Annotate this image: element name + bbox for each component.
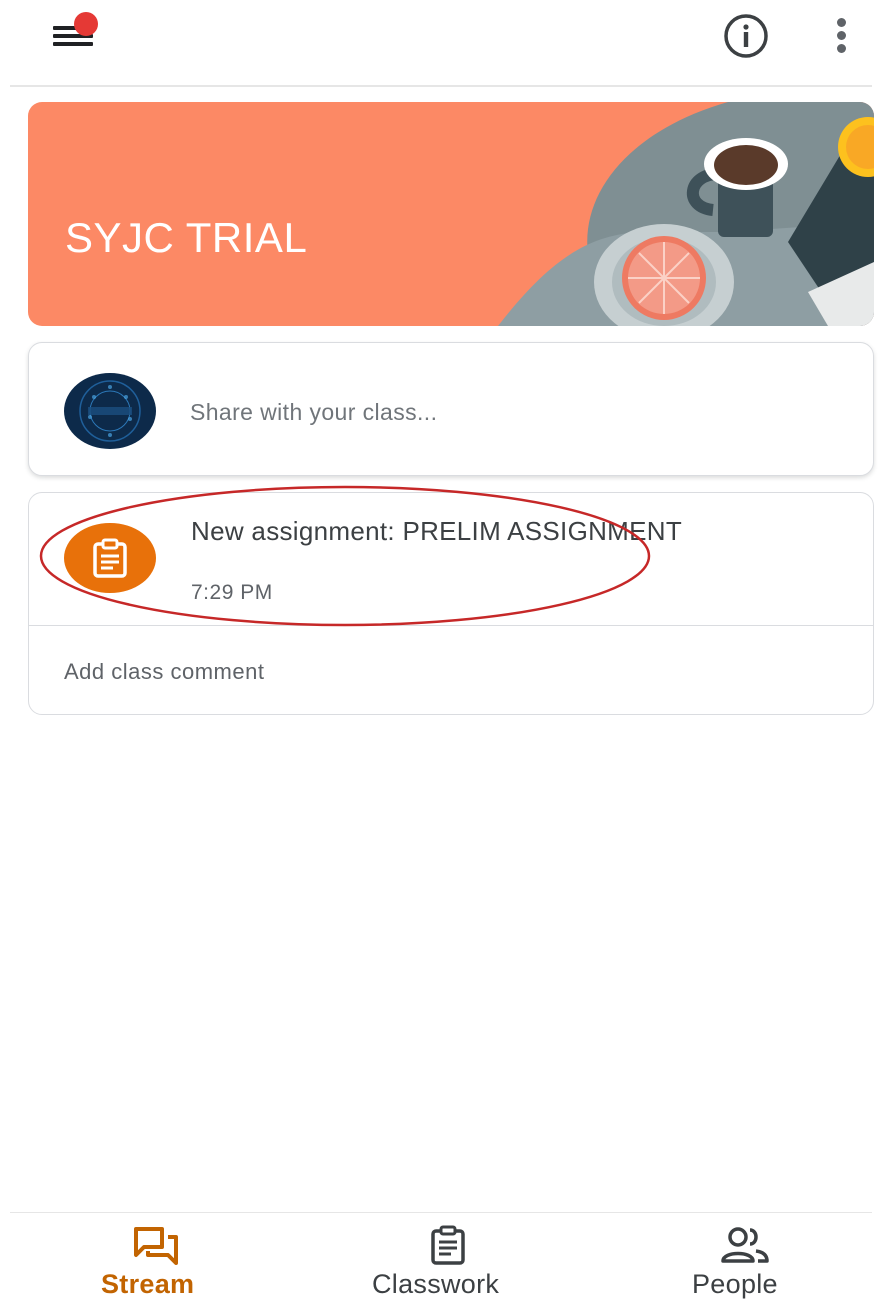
add-class-comment-label: Add class comment [64,659,265,684]
tab-classwork-label: Classwork [372,1269,500,1299]
bottom-navigation: Stream Classwork People [10,1212,872,1310]
class-banner[interactable]: SYJC TRIAL [28,102,874,326]
class-info-button[interactable] [722,12,770,60]
assignment-post[interactable]: New assignment: PRELIM ASSIGNMENT 7:29 P… [29,493,873,626]
stream-icon [134,1227,178,1265]
more-options-button[interactable] [826,12,858,60]
assignment-post-card: New assignment: PRELIM ASSIGNMENT 7:29 P… [28,492,874,715]
people-icon [721,1227,769,1263]
menu-button[interactable] [48,12,104,62]
top-app-bar [0,0,882,87]
menu-icon-line [53,42,93,46]
share-post-card[interactable]: Share with your class... [28,342,874,476]
notification-dot [74,12,98,36]
more-vert-icon-dot [837,31,846,40]
tab-people-label: People [692,1269,778,1299]
avatar [64,373,156,449]
tab-stream-label: Stream [101,1269,195,1299]
more-vert-icon-dot [837,44,846,53]
assignment-title: New assignment: PRELIM ASSIGNMENT [191,516,683,546]
avatar-image [79,380,141,442]
topbar-divider [10,85,872,87]
assignment-time: 7:29 PM [191,581,273,604]
assignment-icon [93,538,127,578]
share-input-placeholder[interactable]: Share with your class... [190,399,437,426]
classwork-icon [431,1225,465,1265]
tab-stream[interactable]: Stream [90,1213,230,1310]
tab-classwork[interactable]: Classwork [360,1213,540,1310]
more-vert-icon [837,18,846,27]
assignment-icon-badge [64,523,156,593]
add-class-comment[interactable]: Add class comment [29,626,873,714]
tab-people[interactable]: People [682,1213,822,1310]
info-icon [724,14,768,58]
class-name: SYJC TRIAL [65,214,308,261]
